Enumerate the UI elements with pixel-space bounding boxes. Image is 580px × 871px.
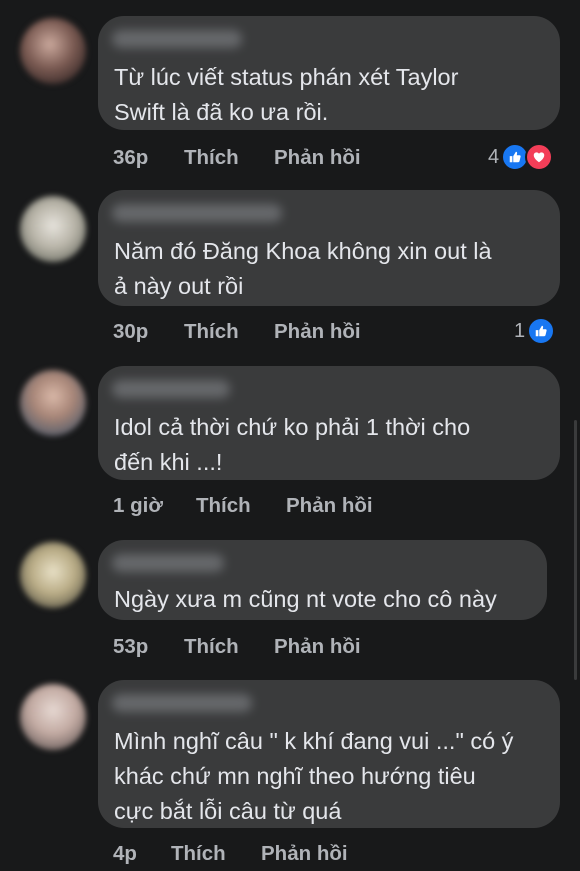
like-button[interactable]: Thích xyxy=(171,842,226,866)
reaction-summary[interactable]: 4 xyxy=(488,143,554,171)
comment-text-line: Từ lúc viết status phán xét Taylor xyxy=(114,64,459,90)
like-button[interactable]: Thích xyxy=(184,320,239,344)
comment-text-line: ả này out rồi xyxy=(114,273,244,299)
like-button[interactable]: Thích xyxy=(184,146,239,170)
author-name[interactable] xyxy=(112,204,282,222)
comment-text-line: cực bắt lỗi câu từ quá xyxy=(114,798,342,824)
comment-text: Ngày xưa m cũng nt vote cho cô này xyxy=(114,582,497,617)
comment-timestamp[interactable]: 30p xyxy=(113,320,148,344)
author-name[interactable] xyxy=(112,694,252,712)
author-name[interactable] xyxy=(112,554,224,572)
comment-bubble[interactable]: Năm đó Đăng Khoa không xin out là ả này … xyxy=(98,190,560,306)
comment-text-line: đến khi ...! xyxy=(114,449,223,475)
reply-button[interactable]: Phản hồi xyxy=(261,842,348,866)
comment-text-line: Năm đó Đăng Khoa không xin out là xyxy=(114,238,492,264)
comment-bubble[interactable]: Idol cả thời chứ ko phải 1 thời cho đến … xyxy=(98,366,560,480)
comment-timestamp[interactable]: 1 giờ xyxy=(113,494,163,518)
comment-timestamp[interactable]: 53p xyxy=(113,635,148,659)
comment-text-line: khác chứ mn nghĩ theo hướng tiêu xyxy=(114,763,476,789)
comment-text-line: Ngày xưa m cũng nt vote cho cô này xyxy=(114,586,497,612)
comment-text-line: Idol cả thời chứ ko phải 1 thời cho xyxy=(114,414,471,440)
avatar[interactable] xyxy=(20,542,86,608)
scrollbar[interactable] xyxy=(574,420,577,680)
comment-bubble[interactable]: Từ lúc viết status phán xét Taylor Swift… xyxy=(98,16,560,130)
reply-button[interactable]: Phản hồi xyxy=(286,494,373,518)
reply-button[interactable]: Phản hồi xyxy=(274,635,361,659)
comment-bubble[interactable]: Ngày xưa m cũng nt vote cho cô này xyxy=(98,540,547,620)
reaction-summary[interactable]: 1 xyxy=(514,317,556,345)
comment-text: Idol cả thời chứ ko phải 1 thời cho đến … xyxy=(114,410,470,480)
comment-text-line: Swift là đã ko ưa rồi. xyxy=(114,99,329,125)
comment-text: Năm đó Đăng Khoa không xin out là ả này … xyxy=(114,234,492,304)
love-reaction-icon xyxy=(525,143,554,171)
avatar[interactable] xyxy=(20,370,86,436)
comment-text-line: Mình nghĩ câu " k khí đang vui ..." có ý xyxy=(114,728,514,754)
reaction-count: 1 xyxy=(514,319,526,342)
comment-timestamp[interactable]: 36p xyxy=(113,146,148,170)
comment-text: Từ lúc viết status phán xét Taylor Swift… xyxy=(114,60,458,130)
reaction-count: 4 xyxy=(488,145,500,168)
like-button[interactable]: Thích xyxy=(184,635,239,659)
like-button[interactable]: Thích xyxy=(196,494,251,518)
avatar[interactable] xyxy=(20,684,86,750)
author-name[interactable] xyxy=(112,30,242,48)
avatar[interactable] xyxy=(20,18,86,84)
comment-text: Mình nghĩ câu " k khí đang vui ..." có ý… xyxy=(114,724,513,829)
reply-button[interactable]: Phản hồi xyxy=(274,320,361,344)
comment-timestamp[interactable]: 4p xyxy=(113,842,137,866)
avatar[interactable] xyxy=(20,196,86,262)
reply-button[interactable]: Phản hồi xyxy=(274,146,361,170)
like-reaction-icon xyxy=(527,317,556,345)
author-name[interactable] xyxy=(112,380,230,398)
comment-bubble[interactable]: Mình nghĩ câu " k khí đang vui ..." có ý… xyxy=(98,680,560,828)
